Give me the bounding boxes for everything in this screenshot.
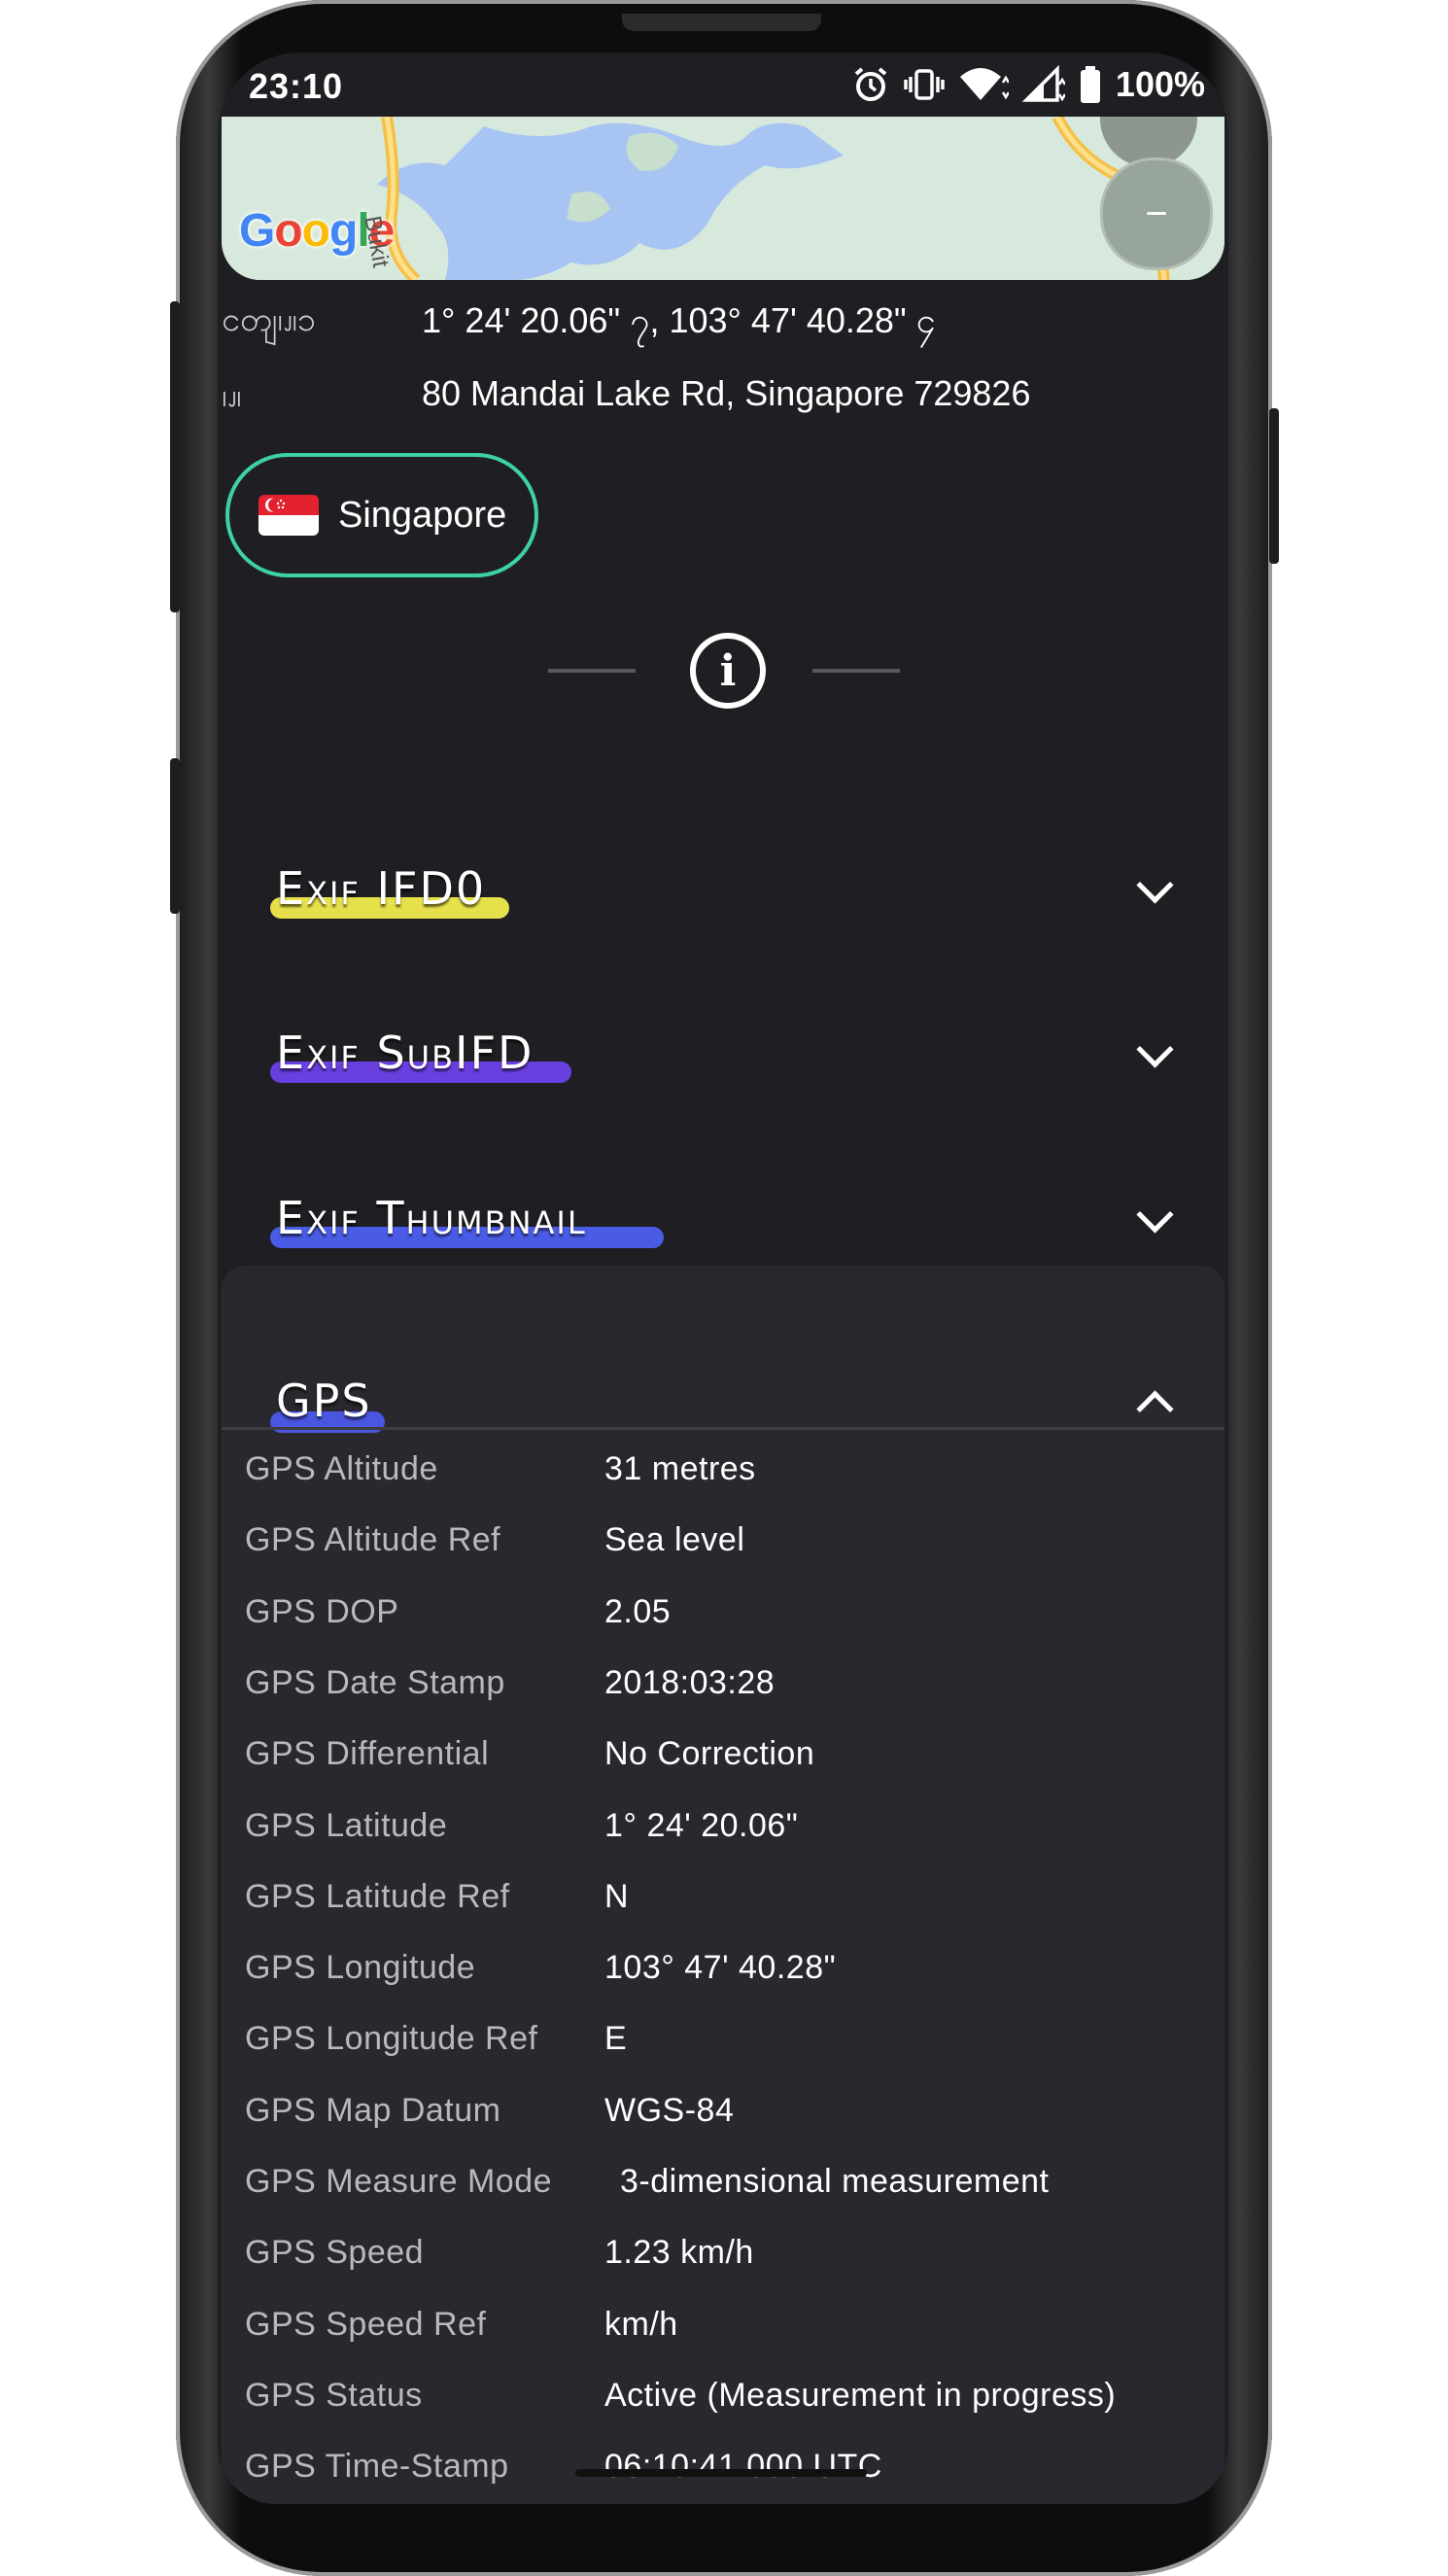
gps-table-row[interactable]: GPS Latitude Ref N	[218, 1878, 1228, 1949]
gps-field-key: GPS Map Datum	[245, 2091, 501, 2129]
gps-field-key: GPS Latitude Ref	[245, 1877, 510, 1915]
zoom-out-button[interactable]: −	[1100, 157, 1213, 270]
alarm-icon	[854, 67, 887, 101]
gps-field-key: GPS Speed	[245, 2234, 425, 2272]
singapore-flag-icon	[259, 495, 319, 536]
gps-table-row[interactable]: GPS Speed Ref km/h	[218, 2306, 1228, 2377]
gps-table-row[interactable]: GPS Altitude Ref Sea level	[218, 1521, 1228, 1592]
wifi-icon	[959, 68, 1009, 100]
gps-field-value[interactable]: Active (Measurement in progress)	[604, 2377, 1116, 2415]
gps-table-row[interactable]: GPS Map Datum WGS-84	[218, 2092, 1228, 2163]
gps-field-value[interactable]: 1.23 km/h	[604, 2234, 754, 2272]
gps-table-row[interactable]: GPS Date Stamp 2018:03:28	[218, 1664, 1228, 1735]
chevron-up-icon[interactable]	[1136, 1390, 1174, 1428]
gps-field-key: GPS Date Stamp	[245, 1663, 505, 1701]
coordinates-value[interactable]: 1° 24' 20.06" ၇, 103° 47' 40.28" ၄	[422, 297, 936, 350]
gps-field-key: GPS Latitude	[245, 1806, 448, 1844]
gps-field-key: GPS Differential	[245, 1735, 490, 1773]
status-bar: 23:10 100%	[218, 52, 1228, 121]
section-title: Exif Thumbnail	[276, 1192, 587, 1244]
gps-field-value[interactable]: 2.05	[604, 1593, 671, 1631]
gps-field-key: GPS Measure Mode	[245, 2163, 553, 2200]
gps-field-key: GPS Speed Ref	[245, 2305, 487, 2343]
section-exif-ifd0[interactable]: Exif IFD0	[218, 816, 1228, 971]
gps-field-value[interactable]: 31 metres	[604, 1450, 756, 1488]
gps-field-value[interactable]: WGS-84	[604, 2092, 734, 2130]
gps-table-row[interactable]: GPS DOP 2.05	[218, 1593, 1228, 1664]
gps-field-key: GPS DOP	[245, 1592, 399, 1630]
side-button-right	[1269, 408, 1279, 564]
country-name: Singapore	[338, 494, 507, 536]
section-gps[interactable]: GPS	[218, 1268, 1228, 1433]
gps-field-value[interactable]: N	[604, 1878, 629, 1916]
section-title: Exif IFD0	[276, 862, 487, 915]
gps-table-row[interactable]: GPS Status Active (Measurement in progres…	[218, 2377, 1228, 2448]
gps-table-row[interactable]: GPS Altitude 31 metres	[218, 1450, 1228, 1521]
info-icon: i	[690, 633, 766, 709]
gps-field-key: GPS Status	[245, 2376, 423, 2414]
section-exif-subifd[interactable]: Exif SubIFD	[218, 980, 1228, 1135]
gps-separator	[222, 1427, 1224, 1430]
gps-field-value[interactable]: E	[604, 2020, 627, 2058]
gps-table-row[interactable]: GPS Differential No Correction	[218, 1735, 1228, 1806]
gps-table-row[interactable]: GPS Longitude Ref E	[218, 2020, 1228, 2091]
earpiece	[622, 14, 821, 31]
address-value[interactable]: 80 Mandai Lake Rd, Singapore 729826	[422, 373, 1030, 414]
gps-field-value[interactable]: km/h	[604, 2306, 678, 2344]
side-button-left-2	[170, 758, 180, 914]
gps-table-row[interactable]: GPS Measure Mode 3-dimensional measuremen…	[218, 2163, 1228, 2234]
gps-field-key: GPS Longitude Ref	[245, 2020, 538, 2058]
gps-field-key: GPS Time-Stamp	[245, 2448, 509, 2486]
home-indicator[interactable]	[575, 2469, 867, 2477]
coordinates-label: ငတျ၊ၪ၊၁	[222, 300, 316, 339]
gps-field-value[interactable]: 2018:03:28	[604, 1664, 775, 1702]
gps-field-key: GPS Altitude Ref	[245, 1521, 501, 1559]
app-screen: 23:10 100% Google Bukit − ငတျ၊ၪ၊၁ 1° 24'…	[218, 52, 1228, 2504]
battery-percent: 100%	[1115, 64, 1205, 104]
gps-field-value[interactable]: Sea level	[604, 1521, 744, 1559]
gps-field-value[interactable]: 103° 47' 40.28"	[604, 1949, 836, 1987]
chevron-down-icon[interactable]	[1136, 866, 1174, 904]
gps-table-row[interactable]: GPS Speed 1.23 km/h	[218, 2234, 1228, 2305]
gps-field-value[interactable]: No Correction	[604, 1735, 814, 1773]
gps-field-value[interactable]: 06:10:41.000 UTC	[604, 2448, 882, 2486]
side-button-left-1	[170, 301, 180, 612]
chevron-down-icon[interactable]	[1136, 1196, 1174, 1234]
gps-field-key: GPS Longitude	[245, 1949, 476, 1987]
gps-field-key: GPS Altitude	[245, 1450, 438, 1487]
chevron-down-icon[interactable]	[1136, 1030, 1174, 1068]
signal-icon	[1021, 65, 1065, 102]
gps-table-row[interactable]: GPS Latitude 1° 24' 20.06"	[218, 1807, 1228, 1878]
status-icons: 100%	[851, 64, 1205, 105]
section-title: Exif SubIFD	[276, 1027, 534, 1079]
gps-field-value[interactable]: 3-dimensional measurement	[620, 2163, 1049, 2201]
coordinates-row: ငတျ၊ၪ၊၁ 1° 24' 20.06" ၇, 103° 47' 40.28"…	[218, 297, 1228, 346]
divider-left	[548, 669, 636, 673]
gps-table-row[interactable]: GPS Longitude 103° 47' 40.28"	[218, 1949, 1228, 2020]
section-title: GPS	[276, 1375, 372, 1427]
battery-icon	[1080, 66, 1100, 103]
divider-right	[812, 669, 900, 673]
gps-field-value[interactable]: 1° 24' 20.06"	[604, 1807, 798, 1845]
country-chip[interactable]: Singapore	[225, 453, 538, 577]
address-row: ၊ၪ၊ 80 Mandai Lake Rd, Singapore 729826	[218, 373, 1228, 422]
vibrate-icon	[904, 69, 945, 100]
status-time: 23:10	[249, 66, 344, 106]
address-label: ၊ၪ၊	[222, 376, 242, 415]
map-preview[interactable]: Google Bukit −	[222, 117, 1224, 280]
